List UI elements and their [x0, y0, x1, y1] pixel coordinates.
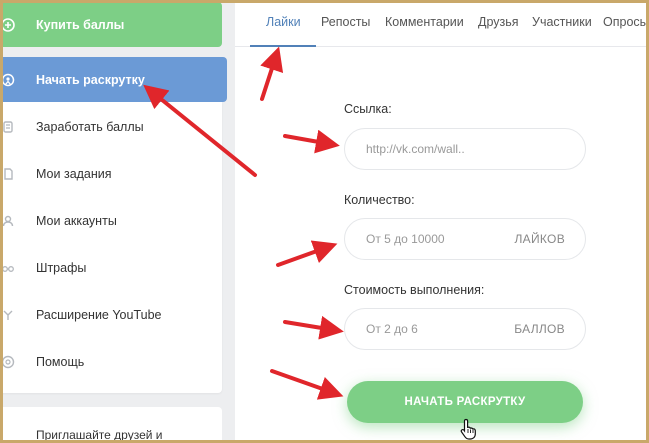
sidebar-item-label: Начать раскрутку	[36, 72, 145, 87]
link-label: Ссылка:	[344, 102, 392, 116]
tab-likes[interactable]: Лайки	[266, 15, 301, 29]
tab-bar: Лайки Репосты Комментарии Друзья Участни…	[235, 0, 649, 47]
sidebar-item-penalties[interactable]: Штрафы	[0, 245, 222, 290]
tab-comments[interactable]: Комментарии	[385, 15, 464, 29]
cost-placeholder: От 2 до 6	[366, 322, 418, 336]
sidebar: Купить баллы Начать раскрутку Заработать…	[0, 0, 227, 443]
cost-unit: БАЛЛОВ	[514, 322, 565, 336]
tab-members[interactable]: Участники	[532, 15, 592, 29]
sidebar-item-label: Расширение YouTube	[36, 307, 162, 322]
extension-icon	[0, 307, 16, 323]
hand-cursor-icon	[460, 418, 476, 440]
sidebar-item-my-tasks[interactable]: Мои задания	[0, 151, 222, 196]
quantity-input[interactable]: От 5 до 10000 ЛАЙКОВ	[344, 218, 586, 260]
tab-reposts[interactable]: Репосты	[321, 15, 370, 29]
active-tab-indicator	[250, 45, 316, 47]
invite-text: Приглашайте друзей и	[36, 428, 163, 442]
tab-polls[interactable]: Опросы	[603, 15, 649, 29]
sidebar-item-youtube-extension[interactable]: Расширение YouTube	[0, 292, 222, 337]
sidebar-item-buy-points[interactable]: Купить баллы	[0, 2, 222, 47]
cost-input[interactable]: От 2 до 6 БАЛЛОВ	[344, 308, 586, 350]
sidebar-item-label: Купить баллы	[36, 17, 125, 32]
quantity-placeholder: От 5 до 10000	[366, 232, 445, 246]
link-input[interactable]: http://vk.com/wall..	[344, 128, 586, 170]
sidebar-item-label: Помощь	[36, 354, 85, 369]
user-icon	[0, 213, 16, 229]
rocket-icon	[0, 72, 16, 88]
quantity-unit: ЛАЙКОВ	[514, 232, 565, 246]
coins-icon	[0, 119, 16, 135]
sidebar-item-start-promotion[interactable]: Начать раскрутку	[0, 57, 227, 102]
sidebar-item-label: Заработать баллы	[36, 119, 144, 134]
document-icon	[0, 166, 16, 182]
sidebar-item-label: Мои аккаунты	[36, 213, 117, 228]
invite-friends-card[interactable]: Приглашайте друзей и	[0, 407, 222, 443]
main-panel: Лайки Репосты Комментарии Друзья Участни…	[235, 0, 649, 443]
sidebar-item-earn-points[interactable]: Заработать баллы	[0, 104, 222, 149]
link-placeholder: http://vk.com/wall..	[366, 142, 465, 156]
sidebar-item-label: Мои задания	[36, 166, 112, 181]
tab-friends[interactable]: Друзья	[478, 15, 519, 29]
sidebar-item-label: Штрафы	[36, 260, 87, 275]
plus-circle-icon	[0, 17, 16, 33]
quantity-label: Количество:	[344, 193, 415, 207]
start-promotion-button[interactable]: НАЧАТЬ РАСКРУТКУ	[347, 381, 583, 423]
glasses-icon	[0, 260, 16, 276]
sidebar-item-my-accounts[interactable]: Мои аккаунты	[0, 198, 222, 243]
help-icon	[0, 354, 16, 370]
cost-label: Стоимость выполнения:	[344, 283, 485, 297]
sidebar-item-help[interactable]: Помощь	[0, 339, 222, 384]
